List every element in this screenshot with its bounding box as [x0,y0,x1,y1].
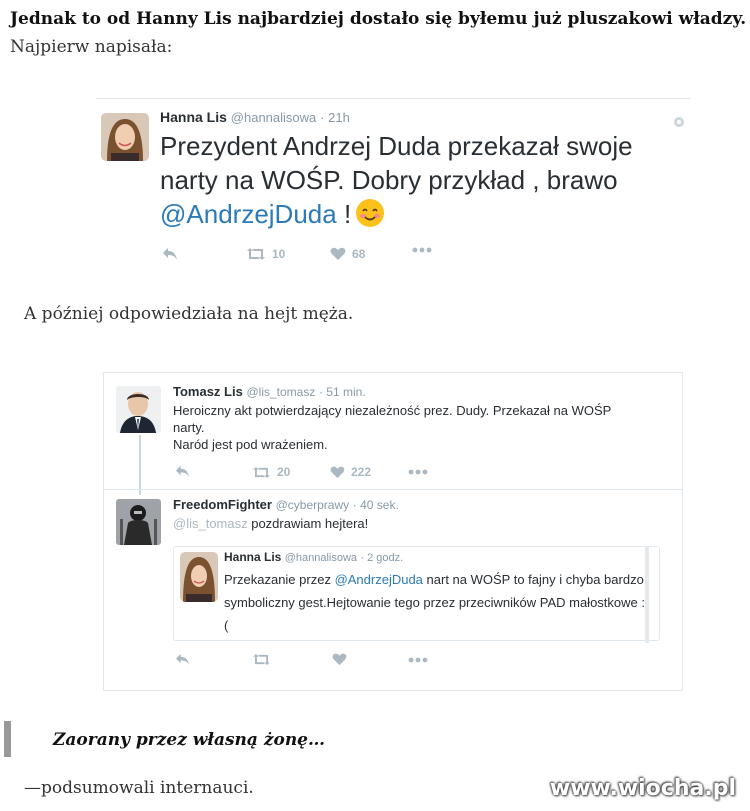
more-dots-icon [408,657,428,663]
tweet-time[interactable]: · 21h [320,110,350,125]
embedded-conversation: Tomasz Lis @lis_tomasz · 51 min. Heroicz… [103,372,683,691]
scrollbar[interactable] [645,547,649,643]
more-button[interactable] [408,657,428,663]
tweet-header: Tomasz Lis @lis_tomasz · 51 min. [173,384,366,399]
quoted-text: Przekazanie przez @AndrzejDuda nart na W… [224,568,646,637]
like-button[interactable]: 222 [330,465,371,479]
reply-button[interactable] [162,247,178,261]
intro-text: Jednak to od Hanny Lis najbardziej dosta… [10,9,747,29]
pull-quote: Zaorany przez własną żonę… [53,730,325,750]
heart-icon [332,653,347,666]
embedded-tweet-hanna-lis: Hanna Lis @hannalisowa · 21h Prezydent A… [96,98,691,275]
like-count: 222 [351,465,372,479]
more-button[interactable] [412,247,432,253]
tweet-text-line: narty. [173,420,205,435]
tweet-time[interactable]: · 51 min. [319,385,366,399]
author-handle[interactable]: @lis_tomasz [246,385,315,399]
closing-text: —podsumowali internauci. [24,778,254,798]
like-count: 68 [352,247,366,261]
retweet-icon [247,248,265,260]
thread-line [139,435,141,495]
quoted-header: Hanna Lis @hannalisowa · 2 godz. [224,550,403,564]
tweet-text-part: ! [336,199,352,229]
quoted-text-part: Przekazanie przez [224,572,335,587]
tweet-text-line: Naród jest pod wrażeniem. [173,437,328,452]
author-handle: @hannalisowa [284,552,358,564]
tweet-header: Hanna Lis @hannalisowa · 21h [160,109,350,125]
tweet-text: Prezydent Andrzej Duda przekazał swoje n… [160,129,680,236]
reply-button[interactable] [175,653,190,666]
divider [104,489,682,490]
author-name[interactable]: FreedomFighter [173,497,272,512]
retweet-icon [253,653,270,666]
more-button[interactable] [408,469,428,475]
author-name: Hanna Lis [224,550,282,564]
tweet-text: Heroiczny akt potwierdzający niezależnoś… [173,402,663,453]
retweet-button[interactable]: 20 [252,465,290,479]
tweet-time[interactable]: · 40 sek. [353,498,399,512]
retweet-button[interactable] [252,653,271,666]
site-watermark: www.wiocha.pl [549,776,736,801]
mention-link[interactable]: @lis_tomasz [173,516,248,531]
tweet-text-line: Heroiczny akt potwierdzający niezależnoś… [173,403,612,418]
reply-icon [176,653,189,666]
mention-link[interactable]: @AndrzejDuda [160,199,337,229]
intro-subtext: Najpierw napisała: [10,37,173,57]
avatar[interactable] [116,499,161,545]
more-dots-icon [408,469,428,475]
author-handle[interactable]: @hannalisowa [231,110,316,125]
retweet-count: 10 [272,247,286,261]
reply-icon [176,465,189,478]
more-dots-icon [412,247,432,253]
quoted-tweet[interactable]: Hanna Lis @hannalisowa · 2 godz. Przekaz… [173,546,660,643]
avatar[interactable] [116,386,161,433]
reply-header: FreedomFighter @cyberprawy · 40 sek. [173,497,399,512]
reply-icon [163,248,177,260]
tweet-text-part: Prezydent Andrzej Duda przekazał swoje n… [160,131,633,195]
heart-icon [330,247,346,260]
blockquote-bar [4,721,11,757]
author-name[interactable]: Tomasz Lis [173,384,243,399]
reply-text-part: pozdrawiam hejtera! [247,516,369,531]
author-handle[interactable]: @cyberprawy [276,498,350,512]
mid-text: A później odpowiedziała na hejt męża. [24,304,354,324]
more-info-icon[interactable] [673,113,685,132]
mention-link[interactable]: @AndrzejDuda [335,572,423,587]
tweet-time: · 2 godz. [360,552,404,564]
retweet-icon [253,466,270,478]
retweet-count: 20 [277,465,291,479]
avatar[interactable] [180,552,218,602]
retweet-button[interactable]: 10 [246,247,285,261]
heart-icon [330,466,345,478]
like-button[interactable] [332,653,347,666]
reply-button[interactable] [175,465,190,478]
smiling-face-emoji-icon [355,198,385,236]
avatar[interactable] [101,113,149,161]
reply-text: @lis_tomasz pozdrawiam hejtera! [173,515,368,532]
like-button[interactable]: 68 [330,247,365,261]
author-name[interactable]: Hanna Lis [160,109,227,125]
